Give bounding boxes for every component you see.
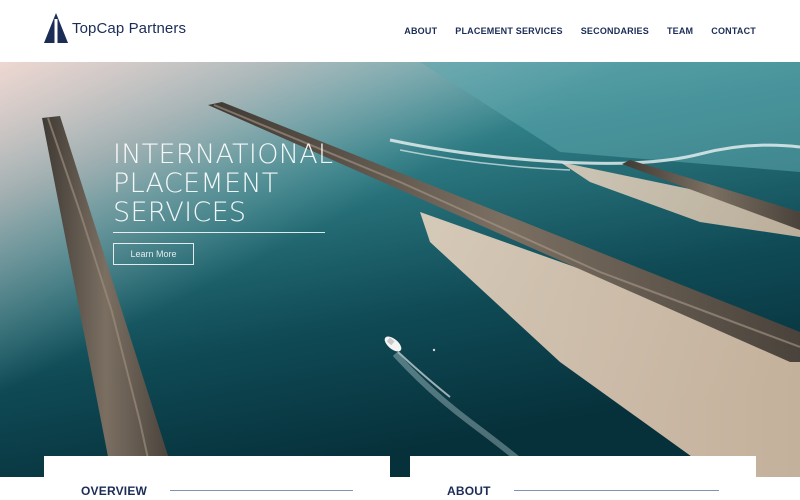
- nav-team[interactable]: TEAM: [667, 26, 693, 36]
- hero-divider: [113, 232, 325, 233]
- nav-contact[interactable]: CONTACT: [711, 26, 756, 36]
- overview-heading: OVERVIEW: [81, 484, 148, 498]
- hero-title-line-2: PLACEMENT: [113, 168, 279, 199]
- brand-name: TopCap Partners: [72, 19, 187, 37]
- nav-secondaries[interactable]: SECONDARIES: [581, 26, 649, 36]
- overview-card: OVERVIEW: [44, 456, 390, 500]
- main-nav: ABOUT PLACEMENT SERVICES SECONDARIES TEA…: [386, 26, 756, 36]
- overview-divider: [170, 490, 353, 491]
- about-card: ABOUT: [410, 456, 756, 500]
- about-divider: [514, 490, 719, 491]
- hero-title-line-1: INTERNATIONAL: [113, 139, 334, 170]
- hero-background-image: [0, 62, 800, 477]
- nav-placement-services[interactable]: PLACEMENT SERVICES: [455, 26, 562, 36]
- brand-logo[interactable]: TopCap Partners: [44, 13, 186, 43]
- site-header: TopCap Partners ABOUT PLACEMENT SERVICES…: [0, 0, 800, 62]
- learn-more-button[interactable]: Learn More: [113, 243, 194, 265]
- hero-title: INTERNATIONAL PLACEMENT SERVICES: [113, 140, 333, 228]
- nav-about[interactable]: ABOUT: [404, 26, 437, 36]
- hero-banner: INTERNATIONAL PLACEMENT SERVICES Learn M…: [0, 62, 800, 477]
- about-heading: ABOUT: [447, 484, 491, 498]
- hero-title-line-3: SERVICES: [113, 197, 247, 228]
- triangle-logo-icon: [44, 13, 68, 43]
